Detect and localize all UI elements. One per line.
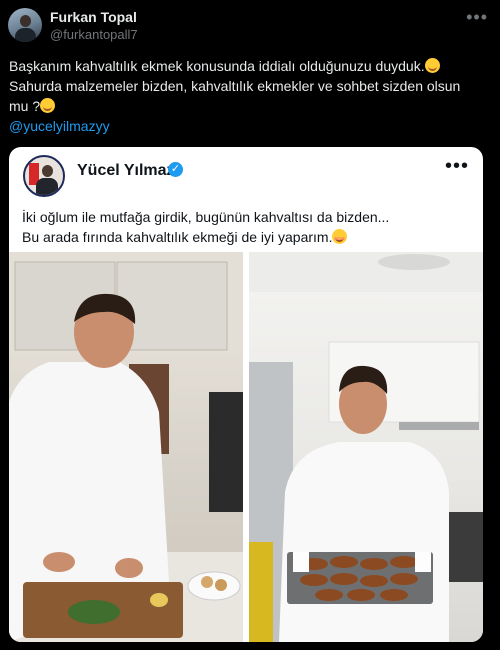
- quoted-more-options-icon[interactable]: •••: [445, 156, 469, 176]
- avatar-head: [20, 15, 31, 27]
- photo-baked-tray-illustration: [249, 252, 483, 642]
- avatar-body: [15, 28, 36, 42]
- quoted-text-line1: İki oğlum ile mutfağa girdik, bugünün ka…: [22, 209, 390, 225]
- tweet-text-line2: Sahurda malzemeler bizden, kahvaltılık e…: [9, 78, 461, 94]
- avatar-body: [36, 178, 58, 195]
- author-avatar[interactable]: [8, 8, 42, 42]
- tweet-text-line1: Başkanım kahvaltılık ekmek konusunda idd…: [9, 58, 425, 74]
- mention-link[interactable]: @yucelyilmazyy: [9, 118, 110, 134]
- tweet-text: Başkanım kahvaltılık ekmek konusunda idd…: [9, 56, 489, 116]
- author-name[interactable]: Furkan Topal: [50, 9, 137, 25]
- author-handle[interactable]: @furkantopall7: [50, 27, 138, 42]
- quoted-tweet-card[interactable]: Yücel Yılmaz ✓ ••• İki oğlum ile mutfağa…: [9, 147, 483, 642]
- wink-emoji-icon: [332, 229, 348, 244]
- more-options-icon[interactable]: •••: [466, 8, 488, 26]
- photo-cooking-illustration: [9, 252, 243, 642]
- photo-cooking[interactable]: [9, 252, 243, 642]
- photo-baked-tray[interactable]: [249, 252, 483, 642]
- quoted-author-avatar[interactable]: [23, 155, 65, 197]
- quoted-author-name[interactable]: Yücel Yılmaz: [77, 162, 175, 180]
- quoted-tweet-text: İki oğlum ile mutfağa girdik, bugünün ka…: [22, 207, 472, 247]
- tweet-text-line3: mu ?: [9, 98, 41, 114]
- smile-emoji-icon: [424, 58, 440, 73]
- smile-emoji-icon: [40, 98, 56, 113]
- avatar-head: [42, 165, 53, 177]
- quoted-text-line2: Bu arada fırında kahvaltılık ekmeği de i…: [22, 229, 333, 245]
- verified-badge-icon: ✓: [168, 162, 183, 177]
